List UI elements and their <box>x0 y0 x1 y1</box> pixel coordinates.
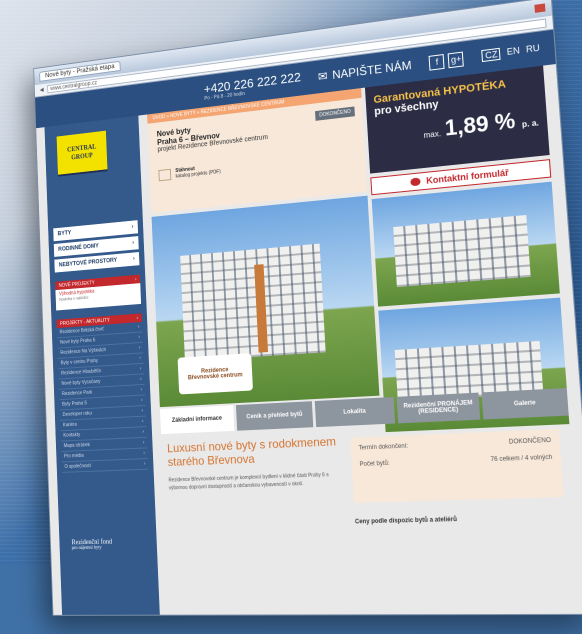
sidebar-nav: BYTY › RODINNÉ DOMY › NEBYTOVÉ PROSTORY › N… <box>48 220 153 473</box>
article: Luxusní nové byty s rodokmenem starého B… <box>167 434 349 492</box>
project-list-label: Mapa stránek <box>63 442 91 450</box>
document-icon <box>158 168 172 182</box>
article-body: Rezidence Břevnovské centrum je komplexn… <box>168 472 329 492</box>
back-icon[interactable]: ◀ <box>40 87 44 94</box>
main-building-photo[interactable]: Rezidence Břevnovské centrum <box>151 195 380 408</box>
tab-galerie[interactable]: Galerie <box>481 388 569 420</box>
chevron-right-icon: › <box>139 365 142 372</box>
chevron-right-icon: › <box>141 408 144 414</box>
building-render <box>180 243 326 362</box>
chevron-right-icon: › <box>143 461 146 467</box>
lang-cz[interactable]: CZ <box>481 47 502 63</box>
googleplus-icon[interactable]: g+ <box>448 50 465 68</box>
project-list-label: Developer roku <box>62 410 92 418</box>
chevron-right-icon: › <box>142 429 145 436</box>
chevron-right-icon: › <box>143 450 145 457</box>
chevron-right-icon: › <box>142 439 145 446</box>
lang-ru[interactable]: RU <box>526 43 540 57</box>
info-row: Počet bytů: 76 celkem / 4 volných <box>359 454 553 468</box>
download-link[interactable]: Stáhnout katalog projektu (PDF) <box>158 149 355 182</box>
chevron-right-icon: › <box>140 386 143 393</box>
write-us-label: NAPIŠTE NÁM <box>331 58 412 82</box>
project-list-label: Pro média <box>64 452 84 460</box>
lang-en[interactable]: EN <box>506 45 520 59</box>
project-list-label: Byty v centru Prahy <box>60 358 99 367</box>
tab-zakladni-informace[interactable]: Základní informace <box>159 405 235 435</box>
chevron-right-icon: › <box>131 224 134 231</box>
main-content: ÚVOD » NOVÉ BYTY » REZIDENCE BŘEVNOVSKÉ … <box>147 65 582 615</box>
article-heading: Luxusní nové byty s rodokmenem starého B… <box>166 434 337 469</box>
tab-pronajem[interactable]: Rezidenční PRONÁJEM (RESIDENCE) <box>396 392 481 424</box>
language-switcher: CZ EN RU <box>481 43 540 63</box>
website: +420 226 222 222 Po - Pá 8 - 20 hodin ✉ NA… <box>35 29 582 615</box>
chevron-right-icon: › <box>140 397 143 404</box>
chevron-right-icon: › <box>137 324 140 330</box>
project-list-label: Kontakty <box>63 432 81 439</box>
rezidencni-fond-logo[interactable]: Rezidenční fond pro nájemní byty <box>71 538 112 551</box>
sidebar: CENTRAL GROUP BYTY › RODINNÉ DOMY › NEBYTOV… <box>44 115 160 615</box>
chevron-right-icon: › <box>140 376 142 383</box>
info-row: Termín dokončení: DOKONČENO <box>358 437 552 452</box>
central-group-logo[interactable]: CENTRAL GROUP <box>56 130 108 177</box>
project-list-label: Byty Praha 5 <box>62 400 87 408</box>
project-list-label: Nové byty Vysočany <box>61 378 101 387</box>
project-list-label: Kariéra <box>62 421 77 429</box>
project-list-label: Nové byty Praha 6 <box>59 337 96 346</box>
tab-lokalita[interactable]: Lokalita <box>314 396 396 428</box>
social-links: f g+ <box>429 50 465 71</box>
prices-heading: Ceny podle dispozic bytů a ateliérů <box>354 516 458 526</box>
project-list-label: Rezidence Hloubětín <box>60 368 102 377</box>
project-list-item[interactable]: O společnosti › <box>61 459 149 473</box>
building-render <box>393 215 531 288</box>
chevron-right-icon: › <box>132 256 135 262</box>
close-icon[interactable] <box>534 3 546 13</box>
project-list-label: O společnosti <box>64 463 91 470</box>
envelope-icon <box>409 177 421 187</box>
info-table: Termín dokončení: DOKONČENO Počet bytů: 76… <box>350 428 564 503</box>
chevron-right-icon: › <box>138 344 141 351</box>
project-list-label: Rezidence Park <box>61 389 93 398</box>
gallery-photo-1[interactable] <box>371 181 560 307</box>
tab-cenik[interactable]: Ceník a přehled bytů <box>235 401 314 431</box>
chevron-right-icon: › <box>141 418 144 425</box>
browser-window: Nové byty - Pražská etapa ◀ www.centralg… <box>33 0 582 616</box>
project-list-label: Rezidence Britská čtvrť <box>59 326 105 336</box>
chevron-right-icon: › <box>132 240 135 247</box>
chevron-right-icon: › <box>139 355 141 362</box>
chevron-right-icon: › <box>138 334 140 341</box>
project-list-label: Rezidence Na Výšinách <box>60 347 107 356</box>
write-us-link[interactable]: ✉ NAPIŠTE NÁM <box>318 58 412 83</box>
project-sticker: Rezidence Břevnovské centrum <box>177 353 254 395</box>
mail-icon: ✉ <box>317 69 328 84</box>
facebook-icon[interactable]: f <box>429 53 446 71</box>
projects-list: Rezidence Britská čtvrť › Nové byty Praha … <box>56 321 149 473</box>
